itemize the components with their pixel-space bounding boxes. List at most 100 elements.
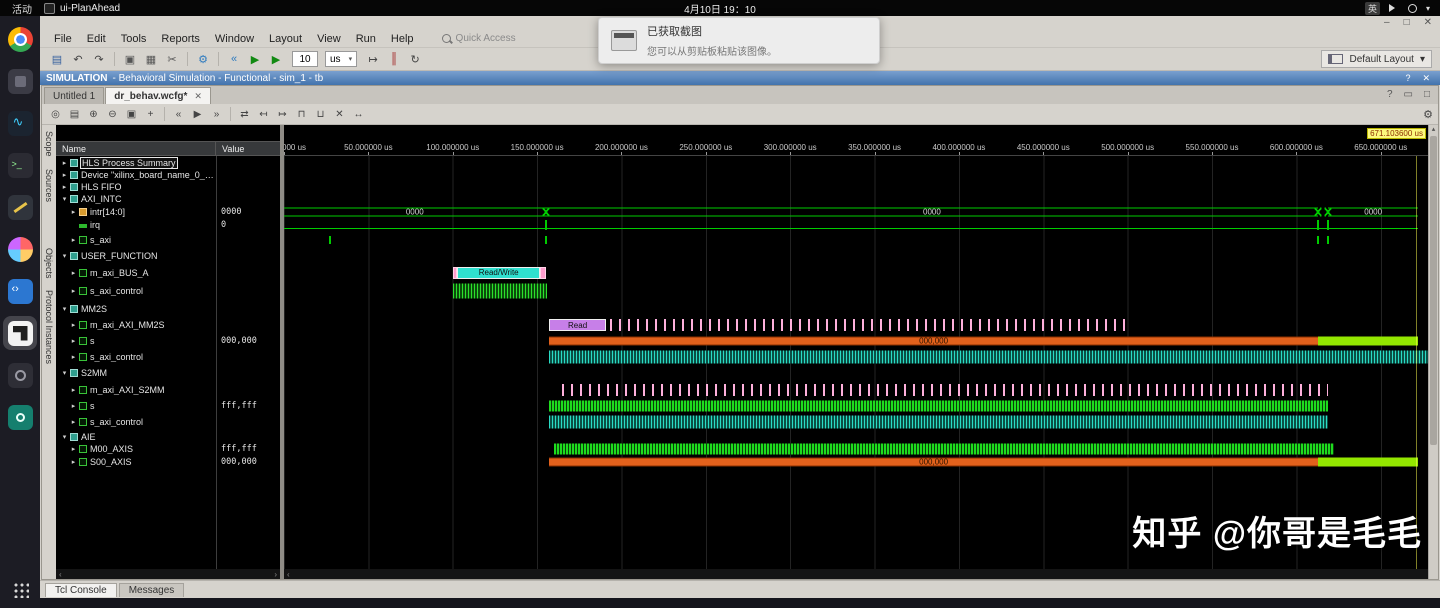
waveform-lane[interactable]: 000,000 bbox=[284, 455, 1428, 468]
signal-name-cell[interactable]: ▾ USER_FUNCTION bbox=[56, 248, 216, 264]
waveform-lane[interactable] bbox=[284, 181, 1428, 193]
expand-icon[interactable]: ▸ bbox=[60, 171, 69, 179]
signal-name-cell[interactable]: ▸ m_axi_AXI_MM2S bbox=[56, 317, 216, 333]
menu-tools[interactable]: Tools bbox=[115, 33, 153, 45]
dock-item-chrome[interactable] bbox=[3, 22, 37, 56]
signal-value-cell[interactable]: fff,fff bbox=[216, 443, 280, 455]
expand-icon[interactable]: ▸ bbox=[69, 321, 78, 329]
float-window-icon[interactable]: ▭ bbox=[1404, 89, 1413, 100]
signal-value-cell[interactable] bbox=[216, 349, 280, 365]
waveform-lane[interactable] bbox=[284, 301, 1428, 317]
signal-name-cell[interactable]: ▸ M00_AXIS bbox=[56, 443, 216, 455]
close-button[interactable]: ✕ bbox=[1424, 18, 1432, 28]
zoom-to-cursor-icon[interactable]: + bbox=[142, 107, 159, 122]
help-icon[interactable]: ? bbox=[1387, 89, 1393, 100]
signal-value-cell[interactable] bbox=[216, 232, 280, 248]
signal-value-cell[interactable]: 0 bbox=[216, 218, 280, 232]
vertical-scrollbar[interactable]: ▴ bbox=[1428, 125, 1438, 579]
find-icon[interactable]: ◎ bbox=[47, 107, 64, 122]
signal-value-cell[interactable] bbox=[216, 414, 280, 430]
show-applications-button[interactable] bbox=[11, 581, 29, 598]
signal-value-cell[interactable] bbox=[216, 301, 280, 317]
previous-transition-icon[interactable]: « bbox=[170, 107, 187, 122]
banner-help-icon[interactable]: ? bbox=[1405, 73, 1410, 84]
save-icon[interactable]: ▤ bbox=[48, 51, 66, 67]
menu-edit[interactable]: Edit bbox=[81, 33, 112, 45]
waveform-lane[interactable] bbox=[284, 156, 1428, 169]
quick-access-search[interactable]: Quick Access bbox=[441, 33, 516, 44]
chevron-down-icon[interactable]: ▾ bbox=[1426, 4, 1430, 13]
collapse-icon[interactable]: ▾ bbox=[60, 305, 69, 313]
time-range-icon[interactable]: ↔ bbox=[350, 107, 367, 122]
waveform-lane[interactable] bbox=[284, 281, 1428, 301]
collapse-icon[interactable]: ▾ bbox=[60, 433, 69, 441]
collapse-icon[interactable]: ▾ bbox=[60, 369, 69, 377]
signal-value-cell[interactable]: fff,fff bbox=[216, 398, 280, 414]
wave-settings-gear-icon[interactable]: ⚙ bbox=[1423, 108, 1433, 121]
waveform-lane[interactable] bbox=[284, 232, 1428, 248]
signal-name-cell[interactable]: ▸ m_axi_AXI_S2MM bbox=[56, 381, 216, 398]
signal-name-cell[interactable]: ▸ intr[14:0] bbox=[56, 205, 216, 218]
scroll-left-icon[interactable]: ‹ bbox=[287, 570, 290, 579]
menu-view[interactable]: View bbox=[311, 33, 347, 45]
menu-reports[interactable]: Reports bbox=[155, 33, 206, 45]
power-icon[interactable] bbox=[1407, 3, 1417, 13]
signal-name-cell[interactable]: irq bbox=[56, 218, 216, 232]
input-method-indicator[interactable]: 英 bbox=[1364, 1, 1380, 15]
zoom-in-icon[interactable]: ⊕ bbox=[85, 107, 102, 122]
expand-icon[interactable]: ▸ bbox=[69, 208, 78, 216]
signal-name-cell[interactable]: ▸ s bbox=[56, 333, 216, 349]
falling-edge-icon[interactable]: ⊔ bbox=[312, 107, 329, 122]
play-icon[interactable]: ▶ bbox=[189, 107, 206, 122]
dock-item-media-player[interactable] bbox=[3, 106, 37, 140]
scroll-left-icon[interactable]: ‹ bbox=[59, 570, 62, 579]
side-tab-scope[interactable]: Scope bbox=[44, 131, 54, 157]
expand-icon[interactable]: ▸ bbox=[69, 458, 78, 466]
tab-untitled-1[interactable]: Untitled 1 bbox=[44, 87, 105, 104]
menu-window[interactable]: Window bbox=[209, 33, 260, 45]
copy-icon[interactable]: ▣ bbox=[121, 51, 139, 67]
goto-start-icon[interactable]: ↤ bbox=[255, 107, 272, 122]
menu-layout[interactable]: Layout bbox=[263, 33, 308, 45]
expand-icon[interactable]: ▸ bbox=[60, 183, 69, 191]
expand-icon[interactable]: ▸ bbox=[69, 353, 78, 361]
signal-value-cell[interactable]: 000,000 bbox=[216, 333, 280, 349]
layout-select[interactable]: Default Layout ▾ bbox=[1321, 50, 1432, 68]
signal-name-cell[interactable]: ▾ AXI_INTC bbox=[56, 193, 216, 205]
signal-name-cell[interactable]: ▸ s_axi_control bbox=[56, 281, 216, 301]
step-icon[interactable]: ↦ bbox=[364, 51, 382, 67]
expand-icon[interactable]: ▸ bbox=[69, 337, 78, 345]
delete-icon[interactable]: ✕ bbox=[331, 107, 348, 122]
signal-value-cell[interactable] bbox=[216, 281, 280, 301]
scroll-up-icon[interactable]: ▴ bbox=[1432, 125, 1436, 134]
signal-name-cell[interactable]: ▾ MM2S bbox=[56, 301, 216, 317]
signal-name-cell[interactable]: ▸ s_axi_control bbox=[56, 349, 216, 365]
side-tab-sources[interactable]: Sources bbox=[44, 169, 54, 202]
tab-dr-behav-wcfg[interactable]: dr_behav.wcfg* ✕ bbox=[105, 87, 211, 104]
dock-item-text-editor[interactable] bbox=[3, 190, 37, 224]
waveform-lane[interactable] bbox=[284, 398, 1428, 414]
dock-item-terminal[interactable] bbox=[3, 148, 37, 182]
waveform-lane[interactable] bbox=[284, 365, 1428, 381]
time-unit-select[interactable]: us ▾ bbox=[325, 51, 358, 67]
zoom-fit-icon[interactable]: ▣ bbox=[123, 107, 140, 122]
signal-value-cell[interactable] bbox=[216, 193, 280, 205]
signal-value-cell[interactable]: 0000 bbox=[216, 205, 280, 218]
menu-help[interactable]: Help bbox=[385, 33, 420, 45]
side-tab-protocol-instances[interactable]: Protocol Instances bbox=[44, 290, 54, 364]
name-column-header[interactable]: Name bbox=[56, 141, 216, 156]
waveform-lane[interactable] bbox=[284, 430, 1428, 443]
menu-file[interactable]: File bbox=[48, 33, 78, 45]
waveform-lane[interactable] bbox=[284, 349, 1428, 365]
cut-icon[interactable]: ✂ bbox=[163, 51, 181, 67]
time-ruler[interactable]: 0.000000 us 50.000000 us 100.000000 us 150.… bbox=[284, 141, 1428, 156]
dock-item-vscode[interactable] bbox=[3, 274, 37, 308]
signal-name-cell[interactable]: ▸ HLS FIFO bbox=[56, 181, 216, 193]
minimize-button[interactable]: – bbox=[1384, 18, 1390, 28]
volume-icon[interactable] bbox=[1388, 4, 1399, 12]
signal-name-cell[interactable]: ▸ HLS Process Summary bbox=[56, 156, 216, 169]
signal-name-cell[interactable]: ▸ s_axi_control bbox=[56, 414, 216, 430]
activities-button[interactable]: 活动 bbox=[0, 1, 44, 16]
clock[interactable]: 4月10日 19：10 bbox=[684, 1, 756, 16]
menu-run[interactable]: Run bbox=[350, 33, 382, 45]
